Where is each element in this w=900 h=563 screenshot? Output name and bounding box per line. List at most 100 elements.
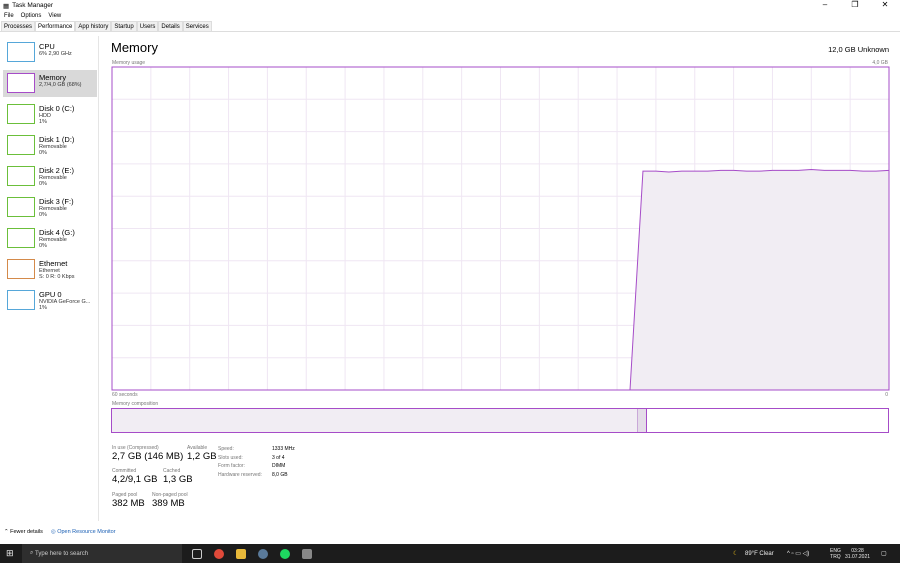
menu-file[interactable]: File — [4, 13, 14, 19]
item-sub2: 0% — [39, 212, 47, 218]
sidebar: CPU 6% 2,90 GHz Memory 2,7/4,0 GB (68%) Disk… — [0, 36, 99, 521]
item-name: Disk 3 (F:) — [39, 197, 74, 206]
thumbnail-graph — [7, 73, 35, 93]
item-sub1: 2,7/4,0 GB (68%) — [39, 82, 82, 88]
thumbnail-graph — [7, 228, 35, 248]
language-indicator[interactable]: ENG TRQ — [830, 548, 841, 560]
menu-view[interactable]: View — [48, 13, 61, 19]
search-box[interactable]: ⌕ Type here to search — [22, 544, 182, 563]
thumbnail-graph — [7, 104, 35, 124]
minimize-button[interactable]: – — [810, 0, 840, 9]
detail-row: Slots used: 3 of 4 — [218, 454, 295, 463]
detail-label: Hardware reserved: — [218, 471, 262, 478]
tray-chevron-icon[interactable]: ^ ▫ ▭ ◁) — [787, 550, 809, 557]
item-name: Memory — [39, 73, 67, 82]
composition-label: Memory composition — [112, 401, 159, 407]
sidebar-item-ethernet[interactable]: Ethernet Ethernet S: 0 R: 0 Kbps — [3, 256, 97, 283]
sidebar-item-disk-2-e[interactable]: Disk 2 (E:) Removable 0% — [3, 163, 97, 190]
chrome-icon[interactable] — [214, 548, 224, 559]
detail-label: Speed: — [218, 446, 234, 452]
detail-row: Hardware reserved: 8,0 GB — [218, 471, 295, 480]
maximize-button[interactable]: ❐ — [840, 0, 870, 9]
thumbnail-graph — [7, 197, 35, 217]
sidebar-item-disk-3-f[interactable]: Disk 3 (F:) Removable 0% — [3, 194, 97, 221]
clock[interactable]: 03:28 31.07.2021 — [845, 548, 870, 560]
search-placeholder: Type here to search — [35, 550, 89, 557]
detail-label: Form factor: — [218, 463, 245, 469]
sidebar-item-cpu[interactable]: CPU 6% 2,90 GHz — [3, 39, 97, 66]
detail-row: Form factor: DIMM — [218, 462, 295, 471]
item-name: Disk 0 (C:) — [39, 104, 75, 113]
close-button[interactable]: ✕ — [870, 0, 900, 9]
open-resource-monitor-link[interactable]: ◎ Open Resource Monitor — [51, 529, 116, 535]
window-title: Task Manager — [12, 2, 53, 9]
thumbnail-graph — [7, 259, 35, 279]
item-sub2: 1% — [39, 305, 47, 311]
sidebar-item-disk-0-c[interactable]: Disk 0 (C:) HDD 1% — [3, 101, 97, 128]
detail-value: DIMM — [272, 463, 286, 469]
memory-total: 12,0 GB Unknown — [828, 45, 889, 54]
steam-icon[interactable] — [258, 548, 268, 559]
tab-app-history[interactable]: App history — [75, 21, 112, 31]
item-name: GPU 0 — [39, 290, 62, 299]
paged-pool-value: 382 MB — [112, 498, 145, 509]
item-sub2: 0% — [39, 181, 47, 187]
available-value: 1,2 GB — [187, 451, 217, 462]
resource-monitor-label: Open Resource Monitor — [57, 529, 116, 535]
in-use-value: 2,7 GB (146 MB) — [112, 451, 184, 462]
tab-details[interactable]: Details — [158, 21, 183, 31]
item-sub2: 1% — [39, 119, 47, 125]
start-button[interactable]: ⊞ — [6, 548, 14, 559]
task-manager-icon[interactable] — [302, 548, 312, 559]
detail-row: Speed: 1333 MHz — [218, 445, 295, 454]
thumbnail-graph — [7, 166, 35, 186]
date: 31.07.2021 — [845, 553, 871, 560]
memory-composition-bar — [111, 408, 889, 433]
item-name: CPU — [39, 42, 55, 51]
detail-value: 1333 MHz — [272, 446, 295, 452]
fewer-details-button[interactable]: ⌃ Fewer details — [4, 529, 43, 535]
item-name: Ethernet — [39, 259, 68, 268]
tab-services[interactable]: Services — [182, 21, 212, 31]
sidebar-item-memory[interactable]: Memory 2,7/4,0 GB (68%) — [3, 70, 97, 97]
in-use-segment — [112, 409, 639, 432]
sidebar-item-disk-1-d[interactable]: Disk 1 (D:) Removable 0% — [3, 132, 97, 159]
item-name: Disk 1 (D:) — [39, 135, 75, 144]
memory-usage-chart — [111, 66, 890, 391]
thumbnail-graph — [7, 290, 35, 310]
cached-value: 1,3 GB — [163, 474, 193, 485]
fewer-details-label: Fewer details — [10, 529, 43, 535]
weather-moon-icon: ☾ — [733, 551, 739, 557]
thumbnail-graph — [7, 135, 35, 155]
weather-text[interactable]: 89°F Clear — [745, 551, 774, 557]
file-explorer-icon[interactable] — [236, 548, 246, 559]
modified-segment — [638, 409, 647, 432]
title-bar: ▦ Task Manager – ❐ ✕ — [0, 0, 900, 11]
detail-label: Slots used: — [218, 454, 243, 461]
taskbar: ⊞ ⌕ Type here to search ☾ 89°F Clear ^ ▫… — [0, 544, 900, 563]
tab-users[interactable]: Users — [136, 21, 159, 31]
item-sub2: 0% — [39, 150, 47, 156]
tab-startup[interactable]: Startup — [111, 21, 137, 31]
committed-value: 4,2/9,1 GB — [112, 474, 158, 485]
time-right-label: 0 — [885, 392, 888, 398]
sidebar-item-disk-4-g[interactable]: Disk 4 (G:) Removable 0% — [3, 225, 97, 252]
item-sub1: 6% 2,90 GHz — [39, 51, 72, 57]
app-icon: ▦ — [3, 2, 10, 10]
menu-options[interactable]: Options — [21, 13, 42, 19]
spotify-icon[interactable] — [280, 548, 290, 559]
detail-value: 8,0 GB — [272, 471, 288, 478]
detail-value: 3 of 4 — [272, 454, 285, 461]
non-paged-pool-value: 389 MB — [152, 498, 185, 509]
page-title: Memory — [111, 40, 158, 55]
task-view-icon[interactable] — [192, 548, 202, 559]
time-left-label: 60 seconds — [112, 392, 138, 398]
memory-panel: Memory 12,0 GB Unknown — [111, 40, 889, 55]
tab-processes[interactable]: Processes — [1, 21, 36, 31]
sidebar-item-gpu-0[interactable]: GPU 0 NVIDIA GeForce G... 1% — [3, 287, 97, 314]
tab-performance[interactable]: Performance — [35, 21, 76, 31]
item-name: Disk 4 (G:) — [39, 228, 75, 237]
item-sub2: S: 0 R: 0 Kbps — [39, 274, 75, 280]
item-sub2: 0% — [39, 243, 47, 249]
notifications-icon[interactable]: ▢ — [881, 550, 887, 557]
